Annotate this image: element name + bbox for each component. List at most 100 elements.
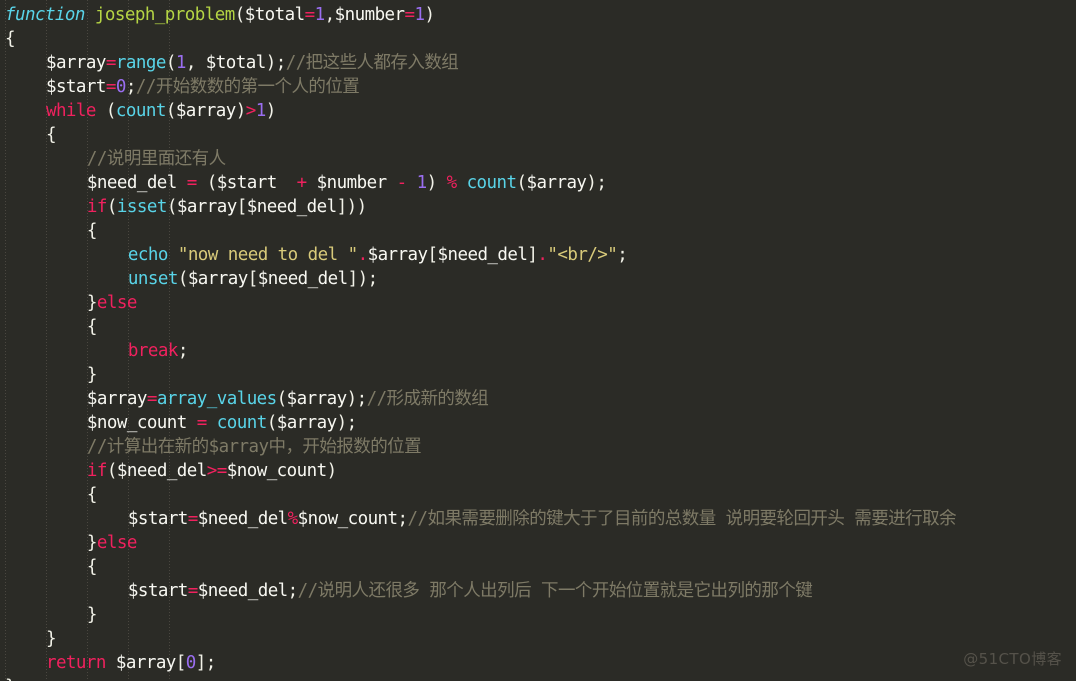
code-token: =: [404, 5, 416, 25]
code-token: range: [115, 53, 166, 73]
code-token: (: [266, 413, 278, 433]
code-line[interactable]: {: [5, 483, 1076, 507]
code-token: ,: [185, 53, 206, 73]
code-token: ]: [527, 245, 538, 265]
code-token: $total: [244, 5, 305, 25]
code-token: (: [234, 5, 246, 25]
code-line[interactable]: }: [5, 675, 1076, 681]
code-token: (: [276, 389, 288, 409]
code-token: if: [86, 461, 108, 481]
code-line[interactable]: }else: [5, 531, 1076, 555]
code-listing[interactable]: function joseph_problem($total=1,$number…: [5, 3, 1076, 681]
code-token: $number: [334, 5, 405, 25]
code-token: $need_del: [86, 173, 177, 193]
code-token: [: [236, 197, 248, 217]
code-line[interactable]: }: [5, 627, 1076, 651]
code-line[interactable]: $array=range(1, $total);//把这些人都存入数组: [5, 51, 1076, 75]
code-token: ];: [195, 653, 217, 673]
code-token: (: [106, 197, 118, 217]
code-token: //形成新的数组: [366, 389, 489, 409]
code-token: break: [127, 341, 178, 361]
code-token: 1: [255, 101, 267, 121]
code-token: (: [516, 173, 528, 193]
code-line[interactable]: }: [5, 603, 1076, 627]
code-line[interactable]: $now_count = count($array);: [5, 411, 1076, 435]
code-token: $array: [526, 173, 587, 193]
code-token: {: [86, 485, 98, 505]
code-token: .: [537, 245, 548, 265]
code-token: );: [336, 413, 358, 433]
code-token: count: [216, 413, 267, 433]
code-line[interactable]: {: [5, 219, 1076, 243]
code-token: (: [165, 101, 177, 121]
code-token: }: [5, 677, 16, 681]
code-token: +: [296, 173, 308, 193]
code-token: =: [187, 581, 199, 601]
code-token: (: [165, 53, 177, 73]
code-token: {: [86, 317, 98, 337]
code-token: ): [235, 101, 247, 121]
code-token: joseph_problem: [94, 5, 235, 25]
code-token: (: [166, 197, 178, 217]
code-line[interactable]: function joseph_problem($total =1,$number…: [5, 3, 1076, 27]
code-token: $need_del: [197, 509, 288, 529]
code-token: count: [115, 101, 166, 121]
code-token: }: [86, 605, 98, 625]
code-token: ): [426, 173, 447, 193]
code-line[interactable]: {: [5, 315, 1076, 339]
code-line[interactable]: //说明里面还有人: [5, 147, 1076, 171]
code-line[interactable]: $start=0;//开始数数的第一个人的位置: [5, 75, 1076, 99]
code-line[interactable]: $start=$need_del%$now_count;//如果需要删除的键大于…: [5, 507, 1076, 531]
code-line[interactable]: }else: [5, 291, 1076, 315]
code-token: unset: [127, 269, 178, 289]
code-token: $need_del: [246, 197, 337, 217]
code-line[interactable]: }: [5, 363, 1076, 387]
code-token: );: [586, 173, 607, 193]
code-line[interactable]: break;: [5, 339, 1076, 363]
code-token: $need_del: [197, 581, 288, 601]
code-token: =: [196, 413, 208, 433]
code-token: $need_del: [116, 461, 207, 481]
code-line[interactable]: {: [5, 27, 1076, 51]
code-line[interactable]: $array=array_values($array);//形成新的数组: [5, 387, 1076, 411]
code-line[interactable]: {: [5, 123, 1076, 147]
code-line[interactable]: $need_del = ($start + $number - 1) % cou…: [5, 171, 1076, 195]
code-line[interactable]: //计算出在新的$array中，开始报数的位置: [5, 435, 1076, 459]
code-token: ;: [177, 341, 189, 361]
code-token: .: [357, 245, 369, 265]
code-token: //说明人还很多 那个人出列后 下一个开始位置就是它出列的那个键: [297, 581, 813, 601]
code-token: $start: [216, 173, 277, 193]
code-line[interactable]: return $array[0];: [5, 651, 1076, 675]
code-editor-surface[interactable]: function joseph_problem($total=1,$number…: [0, 0, 1076, 681]
code-token: function: [5, 5, 85, 25]
code-token: =: [105, 77, 117, 97]
code-token: else: [96, 293, 138, 313]
code-token: $array: [86, 389, 147, 409]
code-token: {: [45, 125, 57, 145]
code-token: while: [45, 101, 96, 121]
code-line[interactable]: while (count($array)>1): [5, 99, 1076, 123]
code-token: {: [86, 557, 98, 577]
code-token: $number: [316, 173, 387, 193]
code-token: ,: [324, 5, 336, 25]
code-token: ): [265, 101, 277, 121]
code-token: $array: [286, 389, 347, 409]
code-token: $array: [367, 245, 428, 265]
code-token: isset: [116, 197, 167, 217]
code-line[interactable]: if($need_del>=$now_count): [5, 459, 1076, 483]
code-token: 1: [414, 5, 426, 25]
code-line[interactable]: {: [5, 555, 1076, 579]
code-token: {: [5, 29, 16, 49]
code-line[interactable]: if(isset($array[$need_del])): [5, 195, 1076, 219]
code-line[interactable]: unset($array[$need_del]);: [5, 267, 1076, 291]
code-line[interactable]: $start=$need_del;//说明人还很多 那个人出列后 下一个开始位置…: [5, 579, 1076, 603]
code-line[interactable]: echo "now need to del ".$array[$need_del…: [5, 243, 1076, 267]
code-token: >=: [206, 461, 228, 481]
code-token: =: [146, 389, 158, 409]
